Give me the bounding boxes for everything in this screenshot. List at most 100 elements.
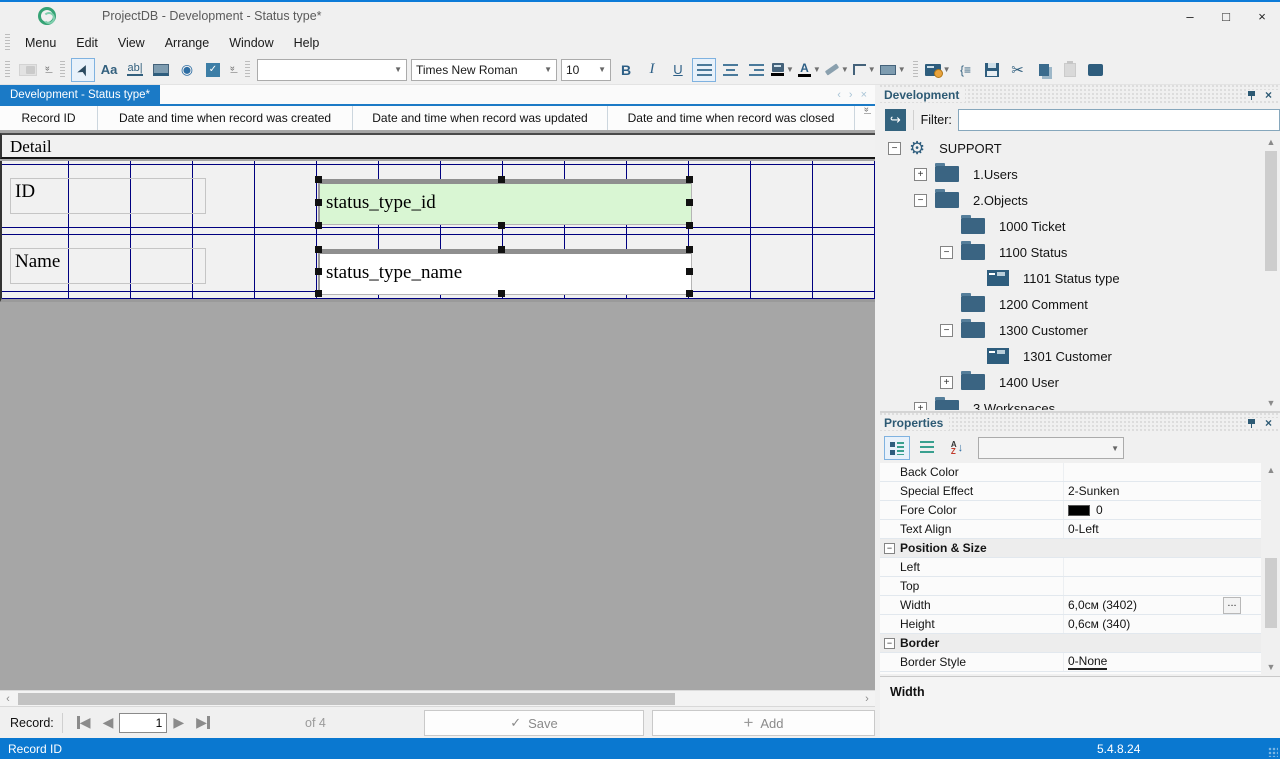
toolbar-grip[interactable] <box>5 60 10 79</box>
expander-icon[interactable]: + <box>914 167 927 181</box>
toolbar-grip[interactable] <box>245 60 250 79</box>
selection-handle[interactable] <box>498 246 505 253</box>
filter-go-button[interactable]: ↪ <box>885 109 906 131</box>
field-header-record-id[interactable]: Record ID <box>0 106 98 130</box>
designer-field-status-type-id[interactable]: status_type_id <box>318 179 692 225</box>
property-row-special-effect[interactable]: Special Effect 2-Sunken <box>880 482 1261 501</box>
selection-handle[interactable] <box>686 246 693 253</box>
radio-tool-button[interactable]: ◉ <box>175 58 199 82</box>
categorized-view-button[interactable] <box>884 436 910 460</box>
menu-item-help[interactable]: Help <box>284 33 330 53</box>
properties-scrollbar[interactable]: ▲ ▼ <box>1264 463 1278 674</box>
minimize-button[interactable]: – <box>1172 3 1208 29</box>
ellipsis-button[interactable]: ... <box>1223 596 1241 614</box>
tab-close-icon[interactable]: × <box>861 89 867 101</box>
underline-button[interactable]: U <box>666 58 690 82</box>
selection-handle[interactable] <box>315 199 322 206</box>
property-row-left[interactable]: Left <box>880 558 1261 577</box>
selection-handle[interactable] <box>686 268 693 275</box>
menu-item-arrange[interactable]: Arrange <box>155 33 219 53</box>
expander-icon[interactable]: − <box>914 193 927 207</box>
property-row-width[interactable]: Width 6,0см (3402)... <box>880 596 1261 615</box>
tab-scroll-left-icon[interactable]: ‹ <box>837 89 841 101</box>
font-size-combo[interactable]: 10 ▼ <box>561 58 611 81</box>
toolbar-overflow-button[interactable]: » — <box>41 65 55 75</box>
menubar-grip[interactable] <box>5 33 10 52</box>
tree-item-1200-comment[interactable]: 1200 Comment <box>880 291 1262 317</box>
first-record-button[interactable]: ◀ <box>76 714 91 731</box>
field-list-button[interactable]: {≡ <box>954 58 978 82</box>
tree-item-1000-ticket[interactable]: 1000 Ticket <box>880 213 1262 239</box>
style-combo[interactable]: ▼ <box>257 58 407 81</box>
scroll-left-icon[interactable]: ‹ <box>0 691 16 706</box>
pin-icon[interactable] <box>1247 418 1255 428</box>
detail-band-header[interactable]: Detail <box>0 133 875 159</box>
font-family-combo[interactable]: Times New Roman ▼ <box>411 58 557 81</box>
property-row-back-color[interactable]: Back Color <box>880 463 1261 482</box>
designer-label-name[interactable]: Name <box>10 248 206 284</box>
bold-button[interactable]: B <box>614 58 638 82</box>
tools-overflow-button[interactable]: » — <box>226 65 240 75</box>
copy-button[interactable] <box>1032 58 1056 82</box>
selection-handle[interactable] <box>498 222 505 229</box>
properties-object-combo[interactable]: ▼ <box>978 437 1124 459</box>
selection-handle[interactable] <box>686 199 693 206</box>
selection-handle[interactable] <box>686 222 693 229</box>
filter-input[interactable] <box>957 109 1280 131</box>
checkbox-tool-button[interactable]: ✓ <box>201 58 225 82</box>
save-record-button[interactable]: ✓ Save <box>424 710 644 736</box>
list-view-button[interactable] <box>914 436 940 460</box>
tree-item-3-workspaces[interactable]: +3.Workspaces <box>880 395 1262 410</box>
scroll-down-icon[interactable]: ▼ <box>1264 660 1278 674</box>
designer-label-id[interactable]: ID <box>10 178 206 214</box>
resize-grip[interactable] <box>1268 747 1278 757</box>
scroll-up-icon[interactable]: ▲ <box>1264 463 1278 477</box>
menu-item-view[interactable]: View <box>108 33 155 53</box>
design-surface[interactable]: ID Name status_type_id status_type_name <box>0 161 875 302</box>
cut-button[interactable]: ✂ <box>1006 58 1030 82</box>
horizontal-scrollbar[interactable]: ‹ › <box>0 690 875 706</box>
tree-item-objects[interactable]: −2.Objects <box>880 187 1262 213</box>
selection-handle[interactable] <box>315 246 322 253</box>
selection-handle[interactable] <box>315 290 322 297</box>
close-panel-icon[interactable]: × <box>1265 89 1272 101</box>
tab-development-status-type[interactable]: Development - Status type* <box>0 85 160 104</box>
italic-button[interactable]: I <box>640 58 664 82</box>
select-tool-button[interactable]: ➤ <box>71 57 95 82</box>
scroll-up-icon[interactable]: ▲ <box>1264 135 1278 149</box>
expander-icon[interactable]: − <box>888 141 901 155</box>
comment-button[interactable] <box>1084 58 1108 82</box>
selection-handle[interactable] <box>686 290 693 297</box>
menu-item-window[interactable]: Window <box>219 33 283 53</box>
menu-item-edit[interactable]: Edit <box>66 33 108 53</box>
scrollbar-thumb[interactable] <box>18 693 675 705</box>
toolbar-grip[interactable] <box>912 60 918 79</box>
selection-handle[interactable] <box>498 290 505 297</box>
sort-az-button[interactable]: AZ ↓ <box>944 436 970 460</box>
textbox-tool-button[interactable]: ab| <box>123 58 147 82</box>
close-panel-icon[interactable]: × <box>1265 417 1272 429</box>
property-group-position-size[interactable]: − Position & Size <box>880 539 1261 558</box>
expander-icon[interactable]: + <box>914 401 927 410</box>
last-record-button[interactable]: ▶ <box>196 714 210 731</box>
border-corner-button[interactable]: ▼ <box>852 58 877 82</box>
expander-icon[interactable]: − <box>940 245 953 259</box>
expander-icon[interactable]: − <box>940 323 953 337</box>
scroll-down-icon[interactable]: ▼ <box>1264 396 1278 410</box>
tree-item-1300-customer[interactable]: −1300 Customer <box>880 317 1262 343</box>
next-record-button[interactable]: ▶ <box>173 714 184 731</box>
insert-image-button[interactable] <box>16 58 40 82</box>
fill-color-button[interactable]: ▼ <box>770 58 795 82</box>
selection-handle[interactable] <box>498 176 505 183</box>
tree-item-1100-status[interactable]: −1100 Status <box>880 239 1262 265</box>
field-header-updated[interactable]: Date and time when record was updated <box>353 106 608 130</box>
expander-icon[interactable]: − <box>884 542 895 554</box>
scroll-right-icon[interactable]: › <box>859 691 875 706</box>
save-button[interactable] <box>980 58 1004 82</box>
property-row-text-align[interactable]: Text Align 0-Left <box>880 520 1261 539</box>
align-left-button[interactable] <box>692 57 716 82</box>
property-row-height[interactable]: Height 0,6см (340) <box>880 615 1261 634</box>
selection-handle[interactable] <box>686 176 693 183</box>
selection-handle[interactable] <box>315 268 322 275</box>
property-row-border-style[interactable]: Border Style 0-None <box>880 653 1261 672</box>
